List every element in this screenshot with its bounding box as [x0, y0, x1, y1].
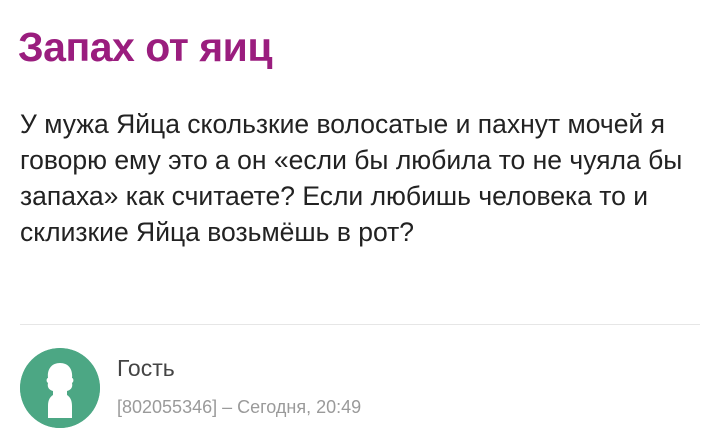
post-time: Сегодня, 20:49 — [237, 397, 362, 417]
person-silhouette-icon — [20, 348, 100, 428]
post-title: Запах от яиц — [18, 24, 273, 70]
author-name[interactable]: Гость — [117, 354, 175, 382]
user-id: [802055346] — [117, 397, 218, 417]
post-meta: [802055346] – Сегодня, 20:49 — [117, 395, 361, 419]
meta-separator: – — [217, 397, 238, 417]
author-block: Гость [802055346] – Сегодня, 20:49 — [20, 342, 520, 428]
divider — [20, 324, 700, 325]
avatar[interactable] — [20, 348, 100, 428]
post-body: У мужа Яйца скользкие волосатые и пахнут… — [20, 109, 683, 247]
